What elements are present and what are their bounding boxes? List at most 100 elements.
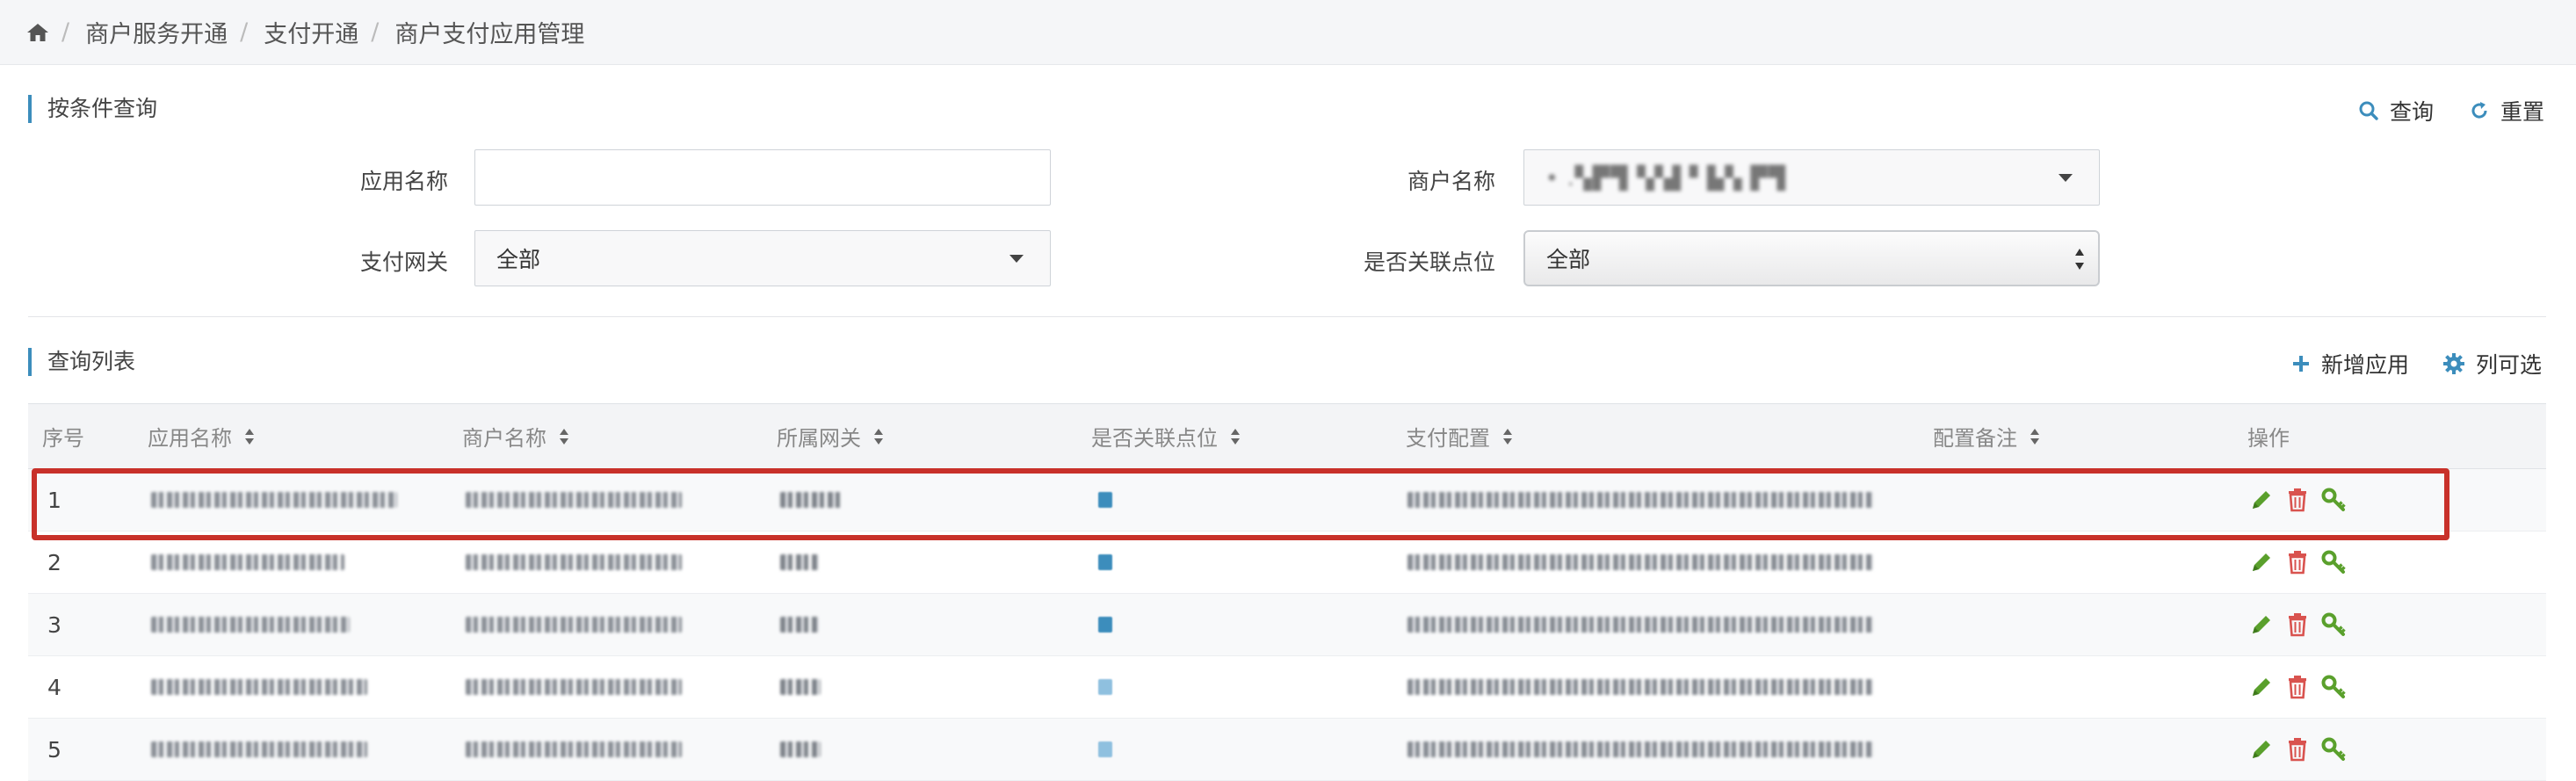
header-config-remark[interactable]: 配置备注 bbox=[1933, 404, 2040, 468]
edit-icon[interactable] bbox=[2249, 550, 2274, 575]
edit-icon[interactable] bbox=[2249, 737, 2274, 762]
section-divider bbox=[28, 316, 2546, 317]
table-row[interactable]: 5 bbox=[28, 719, 2546, 781]
merchant-name-select[interactable]: • .▚▛▜▝▞▟ ▘▙▚ ▛▜ bbox=[1523, 149, 2100, 206]
updown-arrows-icon bbox=[2075, 249, 2084, 270]
edit-icon[interactable] bbox=[2249, 488, 2274, 512]
refresh-icon bbox=[2471, 102, 2487, 119]
search-button[interactable]: 查询 bbox=[2358, 95, 2434, 127]
cell-index: 2 bbox=[47, 549, 62, 575]
reset-button-label: 重置 bbox=[2500, 99, 2545, 125]
cell-app-name bbox=[151, 532, 344, 593]
header-gateway[interactable]: 所属网关 bbox=[777, 404, 884, 468]
cell-merchant-name bbox=[466, 469, 682, 531]
header-app-name[interactable]: 应用名称 bbox=[148, 404, 255, 468]
search-icon bbox=[2359, 101, 2378, 120]
sort-icon bbox=[245, 428, 254, 445]
query-section-title: 按条件查询 bbox=[28, 95, 157, 123]
cell-gateway bbox=[780, 532, 819, 593]
cell-merchant-name bbox=[466, 532, 682, 593]
cell-pay-config bbox=[1407, 469, 1873, 531]
cell-actions bbox=[2249, 719, 2348, 780]
breadcrumb-separator: / bbox=[240, 18, 249, 46]
cell-gateway bbox=[780, 594, 819, 655]
table-header: 序号 应用名称 商户名称 所属网关 是否关联点位 支付配置 配置备注 操作 bbox=[28, 404, 2546, 469]
cell-actions bbox=[2249, 656, 2348, 718]
table-row[interactable]: 2 bbox=[28, 532, 2546, 594]
cell-index: 4 bbox=[47, 674, 62, 700]
header-linked-point[interactable]: 是否关联点位 bbox=[1091, 404, 1241, 468]
breadcrumb-item-payment[interactable]: 支付开通 bbox=[264, 15, 358, 49]
sort-icon bbox=[1503, 428, 1512, 445]
list-section-title: 查询列表 bbox=[28, 348, 135, 376]
cell-index: 1 bbox=[47, 487, 62, 513]
table-row[interactable]: 1 bbox=[28, 469, 2546, 532]
search-button-label: 查询 bbox=[2390, 99, 2435, 125]
merchant-name-value: • .▚▛▜▝▞▟ ▘▙▚ ▛▜ bbox=[1545, 164, 1787, 191]
edit-icon[interactable] bbox=[2249, 612, 2274, 637]
trash-icon[interactable] bbox=[2286, 488, 2309, 512]
header-pay-config[interactable]: 支付配置 bbox=[1406, 404, 1513, 468]
trash-icon[interactable] bbox=[2286, 737, 2309, 762]
cell-merchant-name bbox=[466, 656, 682, 718]
cell-index: 5 bbox=[47, 736, 62, 763]
header-merchant-name[interactable]: 商户名称 bbox=[462, 404, 569, 468]
key-icon[interactable] bbox=[2321, 612, 2348, 637]
key-icon[interactable] bbox=[2321, 737, 2348, 762]
cell-pay-config bbox=[1407, 594, 1873, 655]
merchant-name-label: 商户名称 bbox=[1407, 169, 1495, 194]
sort-icon bbox=[874, 428, 883, 445]
cell-merchant-name bbox=[466, 719, 682, 780]
header-index: 序号 bbox=[42, 426, 84, 451]
key-icon[interactable] bbox=[2321, 675, 2348, 699]
app-name-input[interactable] bbox=[474, 149, 1051, 206]
sort-icon bbox=[1231, 428, 1240, 445]
cell-gateway bbox=[780, 469, 842, 531]
reset-button[interactable]: 重置 bbox=[2469, 95, 2544, 127]
sort-icon bbox=[560, 428, 568, 445]
gear-icon bbox=[2443, 353, 2464, 374]
plus-icon bbox=[2293, 356, 2309, 372]
cell-actions bbox=[2249, 594, 2348, 655]
trash-icon[interactable] bbox=[2286, 550, 2309, 575]
cell-linked-point bbox=[1098, 469, 1112, 531]
cell-linked-point bbox=[1098, 719, 1112, 780]
breadcrumb-item-service[interactable]: 商户服务开通 bbox=[85, 15, 228, 49]
cell-merchant-name bbox=[466, 594, 682, 655]
table-row[interactable]: 4 bbox=[28, 656, 2546, 719]
cell-pay-config bbox=[1407, 532, 1873, 593]
gateway-label: 支付网关 bbox=[359, 249, 448, 275]
table-body: 1 2 3 4 5 bbox=[28, 469, 2546, 781]
trash-icon[interactable] bbox=[2286, 612, 2309, 637]
cell-app-name bbox=[151, 594, 350, 655]
cell-actions bbox=[2249, 532, 2348, 593]
app-name-label: 应用名称 bbox=[359, 169, 448, 194]
cell-linked-point bbox=[1098, 532, 1112, 593]
columns-button[interactable]: 列可选 bbox=[2442, 348, 2542, 380]
breadcrumb: / 商户服务开通 / 支付开通 / 商户支付应用管理 bbox=[0, 0, 2576, 65]
key-icon[interactable] bbox=[2321, 550, 2348, 575]
header-actions: 操作 bbox=[2247, 426, 2290, 451]
cell-app-name bbox=[151, 656, 367, 718]
linked-point-select[interactable]: 全部 bbox=[1523, 230, 2100, 286]
cell-gateway bbox=[780, 719, 821, 780]
columns-label: 列可选 bbox=[2476, 352, 2543, 378]
trash-icon[interactable] bbox=[2286, 675, 2309, 699]
cell-linked-point bbox=[1098, 656, 1112, 718]
cell-app-name bbox=[151, 719, 367, 780]
key-icon[interactable] bbox=[2321, 488, 2348, 512]
table-row[interactable]: 3 bbox=[28, 594, 2546, 656]
gateway-value: 全部 bbox=[496, 247, 541, 272]
edit-icon[interactable] bbox=[2249, 675, 2274, 699]
breadcrumb-separator: / bbox=[371, 18, 380, 46]
home-icon[interactable] bbox=[26, 23, 49, 42]
breadcrumb-separator: / bbox=[62, 18, 70, 46]
cell-index: 3 bbox=[47, 611, 62, 638]
chevron-down-icon bbox=[1009, 255, 1024, 263]
cell-linked-point bbox=[1098, 594, 1112, 655]
add-app-button[interactable]: 新增应用 bbox=[2291, 348, 2409, 380]
linked-point-label: 是否关联点位 bbox=[1363, 249, 1495, 275]
gateway-select[interactable]: 全部 bbox=[474, 230, 1051, 286]
add-app-label: 新增应用 bbox=[2321, 352, 2410, 378]
cell-app-name bbox=[151, 469, 397, 531]
